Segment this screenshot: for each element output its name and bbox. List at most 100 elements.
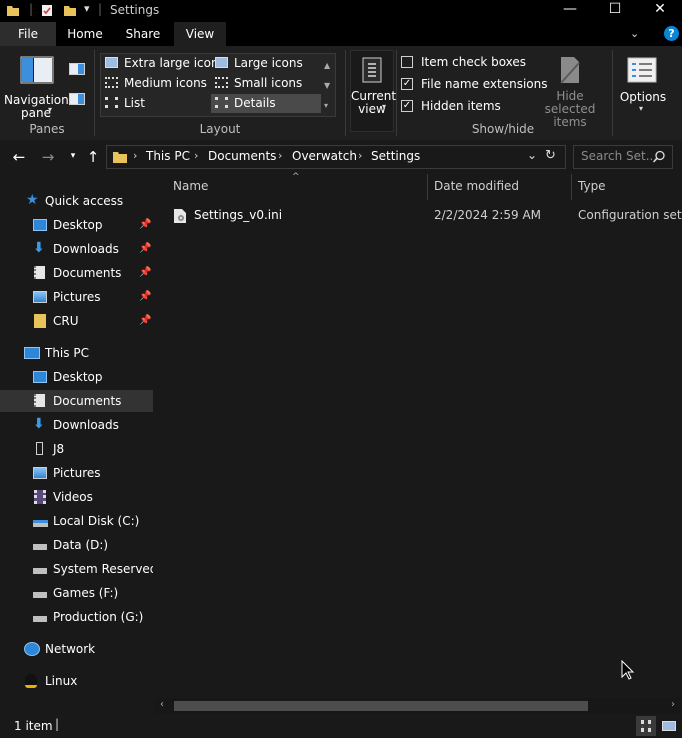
details-pane-icon[interactable]	[69, 93, 85, 105]
layout-list[interactable]: List	[101, 94, 145, 113]
nav-pc-pictures[interactable]: Pictures	[0, 462, 153, 484]
scrollbar-thumb[interactable]	[174, 701, 588, 711]
horizontal-scrollbar[interactable]: ‹ ›	[155, 698, 682, 714]
scroll-left-icon[interactable]: ‹	[160, 699, 164, 710]
search-box[interactable]: Search Set...	[573, 145, 673, 169]
table-row[interactable]: Settings_v0.ini 2/2/2024 2:59 AM Configu…	[173, 204, 682, 226]
properties-icon[interactable]	[40, 3, 54, 17]
mouse-cursor-icon	[621, 660, 635, 680]
current-view-button[interactable]: Current view ▾	[350, 50, 396, 132]
nav-pc-local-disk-c[interactable]: Local Disk (C:)	[0, 510, 153, 532]
chevron-down-icon: ▾	[48, 105, 53, 114]
refresh-icon[interactable]: ↻	[545, 148, 556, 163]
tab-view[interactable]: View	[174, 22, 226, 46]
nav-quick-desktop[interactable]: Desktop 📌	[0, 214, 153, 236]
nav-pc-data-d[interactable]: Data (D:)	[0, 534, 153, 556]
large-icons-view-button[interactable]	[659, 716, 679, 736]
item-check-boxes-checkbox[interactable]	[401, 56, 413, 68]
column-type[interactable]: Type	[578, 179, 606, 193]
forward-arrow-icon[interactable]: →	[38, 148, 58, 166]
recent-locations-chevron-icon[interactable]: ▾	[63, 151, 83, 161]
breadcrumb-separator-icon: ›	[358, 149, 363, 162]
nav-quick-pictures[interactable]: Pictures 📌	[0, 286, 153, 308]
nav-this-pc[interactable]: This PC	[0, 342, 153, 364]
layout-scroll-arrows[interactable]: ▲ ▼ ▾	[324, 56, 330, 116]
hide-selected-items-button[interactable]: Hide selected items	[532, 50, 608, 129]
search-input[interactable]: Search Set...	[581, 149, 657, 163]
chevron-down-icon: ▾	[382, 102, 387, 111]
current-view-icon	[362, 57, 382, 83]
drive-icon	[33, 616, 47, 622]
column-divider[interactable]	[427, 174, 428, 200]
file-type: Configuration sett...	[578, 208, 682, 222]
nav-quick-documents[interactable]: Documents 📌	[0, 262, 153, 284]
layout-small-icons[interactable]: Small icons	[211, 74, 302, 93]
pictures-icon	[33, 467, 47, 479]
address-bar[interactable]: › This PC › Documents › Overwatch › Sett…	[106, 145, 566, 169]
back-arrow-icon[interactable]: ←	[9, 148, 29, 166]
column-divider[interactable]	[571, 174, 572, 200]
nav-quick-downloads[interactable]: ⬇ Downloads 📌	[0, 238, 153, 260]
download-arrow-icon: ⬇	[33, 240, 45, 256]
close-button[interactable]: ✕	[637, 0, 682, 22]
chevron-down-icon: ▾	[639, 104, 644, 113]
navigation-pane-icon	[20, 56, 54, 84]
options-button[interactable]: Options ▾	[616, 50, 670, 118]
nav-pc-desktop[interactable]: Desktop	[0, 366, 153, 388]
navigation-pane: ★ Quick access Desktop 📌 ⬇ Downloads 📌 D…	[0, 174, 153, 714]
hidden-items-checkbox[interactable]: ✓	[401, 100, 413, 112]
phone-icon	[36, 442, 43, 455]
navigation-pane-button[interactable]: Navigation pane ▾	[4, 50, 69, 120]
breadcrumb-this-pc[interactable]: This PC	[146, 149, 190, 163]
layout-large-icons[interactable]: Large icons	[211, 54, 303, 73]
search-icon[interactable]	[652, 150, 666, 164]
nav-pc-documents[interactable]: Documents	[0, 390, 153, 412]
desktop-icon	[33, 219, 47, 231]
nav-pc-downloads[interactable]: ⬇ Downloads	[0, 414, 153, 436]
details-view-button[interactable]	[636, 716, 656, 736]
nav-quick-cru[interactable]: CRU 📌	[0, 310, 153, 332]
pictures-icon	[33, 291, 47, 303]
tab-share[interactable]: Share	[118, 22, 168, 46]
nav-quick-access[interactable]: ★ Quick access	[0, 190, 153, 212]
drive-icon	[33, 544, 47, 550]
scroll-right-icon[interactable]: ›	[671, 699, 675, 710]
ribbon-tabs: File Home Share View ⌄ ?	[0, 22, 682, 46]
navigation-bar: ← → ▾ ↑ › This PC › Documents › Overwatc…	[0, 140, 682, 174]
details-icon	[215, 97, 228, 108]
nav-pc-production-g[interactable]: Production (G:)	[0, 606, 153, 628]
minimize-button[interactable]: —	[547, 0, 593, 22]
layout-details[interactable]: Details	[211, 94, 321, 113]
quick-access-toolbar-dropdown-icon[interactable]: ▾	[84, 2, 90, 15]
layout-extra-large-icons[interactable]: Extra large icons	[101, 54, 225, 73]
column-date-modified[interactable]: Date modified	[434, 179, 519, 193]
column-name[interactable]: Name	[173, 179, 208, 193]
breadcrumb-settings[interactable]: Settings	[371, 149, 420, 163]
ribbon-collapse-icon[interactable]: ⌄	[630, 27, 639, 40]
preview-pane-icon[interactable]	[69, 63, 85, 75]
nav-pc-j8[interactable]: J8	[0, 438, 153, 460]
nav-pc-videos[interactable]: Videos	[0, 486, 153, 508]
breadcrumb-overwatch[interactable]: Overwatch	[292, 149, 357, 163]
folder-icon	[113, 152, 127, 163]
nav-pc-system-reserved-e[interactable]: System Reserved (E:)	[0, 558, 153, 580]
medium-icons-icon	[105, 77, 118, 88]
tab-home[interactable]: Home	[62, 22, 108, 46]
new-folder-icon[interactable]	[63, 3, 77, 17]
nav-linux[interactable]: Linux	[0, 670, 153, 692]
nav-network[interactable]: Network	[0, 638, 153, 660]
tab-file[interactable]: File	[0, 22, 56, 46]
maximize-button[interactable]: ☐	[592, 0, 638, 22]
up-arrow-icon[interactable]: ↑	[83, 148, 103, 166]
breadcrumb-separator-icon: ›	[194, 149, 199, 162]
address-dropdown-chevron-icon[interactable]: ⌄	[527, 148, 537, 162]
nav-pc-games-f[interactable]: Games (F:)	[0, 582, 153, 604]
layout-medium-icons[interactable]: Medium icons	[101, 74, 207, 93]
star-icon: ★	[26, 192, 39, 208]
help-icon[interactable]: ?	[664, 26, 679, 41]
large-icons-icon	[215, 57, 228, 68]
status-bar: 1 item |	[0, 714, 682, 738]
item-count: 1 item	[14, 719, 53, 733]
file-name-extensions-checkbox[interactable]: ✓	[401, 78, 413, 90]
breadcrumb-documents[interactable]: Documents	[208, 149, 276, 163]
